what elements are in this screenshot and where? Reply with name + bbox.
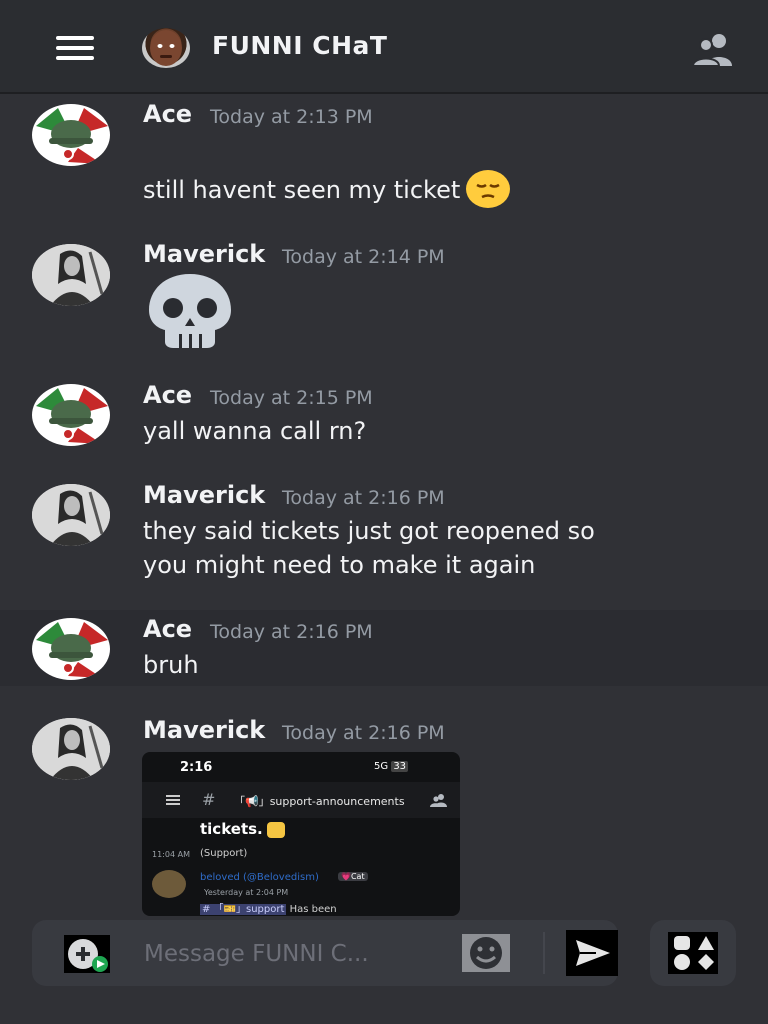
channel-header: FUNNI CHaT	[0, 0, 768, 94]
channel-title: FUNNI CHaT	[212, 31, 388, 60]
avatar[interactable]	[32, 484, 110, 546]
embed-status-bar: 5G 33	[374, 761, 409, 772]
avatar[interactable]	[32, 244, 110, 306]
members-icon[interactable]	[691, 32, 734, 67]
message-input[interactable]	[142, 936, 446, 972]
channel-avatar[interactable]	[142, 28, 190, 68]
message-author[interactable]: Maverick	[143, 240, 265, 268]
embed-avatar	[152, 870, 186, 898]
send-icon[interactable]	[566, 930, 618, 976]
embed-hash-icon: #	[202, 790, 216, 809]
embed-reply-line: # 「🎫」support Has been	[200, 904, 337, 915]
message-text: bruh	[143, 651, 199, 679]
message-timestamp: Today at 2:13 PM	[210, 106, 373, 128]
message-author[interactable]: Ace	[143, 100, 192, 128]
message-author[interactable]: Maverick	[143, 481, 265, 509]
apps-icon[interactable]	[668, 932, 718, 974]
composer-divider	[543, 932, 545, 974]
hamburger-icon[interactable]	[56, 36, 94, 60]
message-timestamp: Today at 2:16 PM	[282, 487, 445, 509]
message-text-line: you might need to make it again	[143, 551, 536, 579]
emoji-picker-icon[interactable]	[462, 934, 510, 972]
message-timestamp: Today at 2:16 PM	[210, 621, 373, 643]
message-highlight[interactable]	[0, 610, 768, 686]
embed-channel-name: 「📢」support-announcements	[234, 795, 405, 808]
message-list[interactable]: Ace Today at 2:13 PM still havent seen m…	[0, 96, 768, 916]
avatar[interactable]	[32, 718, 110, 780]
message-timestamp: Today at 2:16 PM	[282, 722, 445, 744]
message-timestamp: Today at 2:15 PM	[210, 387, 373, 409]
message-author[interactable]: Ace	[143, 381, 192, 409]
message-author[interactable]: Maverick	[143, 716, 265, 744]
embed-msg-time: 11:04 AM	[152, 850, 190, 859]
image-attachment[interactable]: 2:16 5G 33 # 「📢」support-announcements ti…	[142, 752, 460, 916]
message-author[interactable]: Ace	[143, 615, 192, 643]
embed-menu-icon	[166, 795, 180, 805]
avatar[interactable]	[32, 618, 110, 680]
message-text: still havent seen my ticket	[143, 170, 511, 210]
embed-headline: tickets.	[200, 820, 285, 838]
skull-icon	[145, 272, 235, 348]
message-text: yall wanna call rn?	[143, 417, 367, 445]
avatar[interactable]	[32, 384, 110, 446]
embed-status-time: 2:16	[180, 760, 213, 775]
message-timestamp: Today at 2:14 PM	[282, 246, 445, 268]
thumbs-up-icon	[266, 821, 285, 838]
embed-msg-text: (Support)	[200, 848, 248, 859]
embed-reply-badge: 💗Cat	[338, 872, 368, 881]
embed-reply-time: Yesterday at 2:04 PM	[204, 888, 289, 897]
avatar[interactable]	[32, 104, 110, 166]
attach-plus-icon[interactable]	[64, 935, 110, 973]
message-text-line: they said tickets just got reopened so	[143, 517, 595, 545]
embed-reply-name: beloved (@Belovedism)	[200, 872, 319, 883]
embed-members-icon	[430, 792, 448, 807]
pensive-face-icon	[466, 170, 511, 208]
